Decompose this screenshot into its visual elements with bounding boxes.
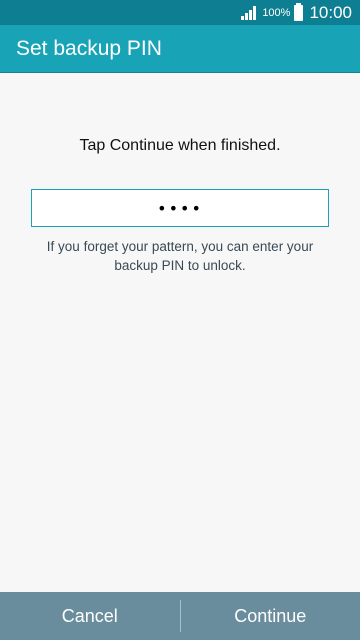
clock: 10:00 bbox=[309, 2, 352, 22]
bottom-bar: Cancel Continue bbox=[0, 592, 360, 640]
hint-text: If you forget your pattern, you can ente… bbox=[46, 239, 314, 273]
pin-input[interactable]: •••• bbox=[31, 189, 329, 227]
action-bar: Set backup PIN bbox=[0, 25, 360, 73]
continue-button[interactable]: Continue bbox=[181, 592, 360, 640]
pin-masked-value: •••• bbox=[157, 198, 203, 218]
battery-percent: 100% bbox=[262, 6, 291, 19]
cancel-button[interactable]: Cancel bbox=[0, 592, 180, 640]
battery-full-icon bbox=[294, 2, 304, 21]
status-bar: 100% 10:00 bbox=[0, 0, 360, 25]
signal-bars-icon bbox=[240, 5, 257, 20]
main-content: Tap Continue when finished. •••• If you … bbox=[0, 73, 360, 592]
page-title: Set backup PIN bbox=[16, 36, 162, 60]
instruction-text: Tap Continue when finished. bbox=[79, 137, 281, 154]
